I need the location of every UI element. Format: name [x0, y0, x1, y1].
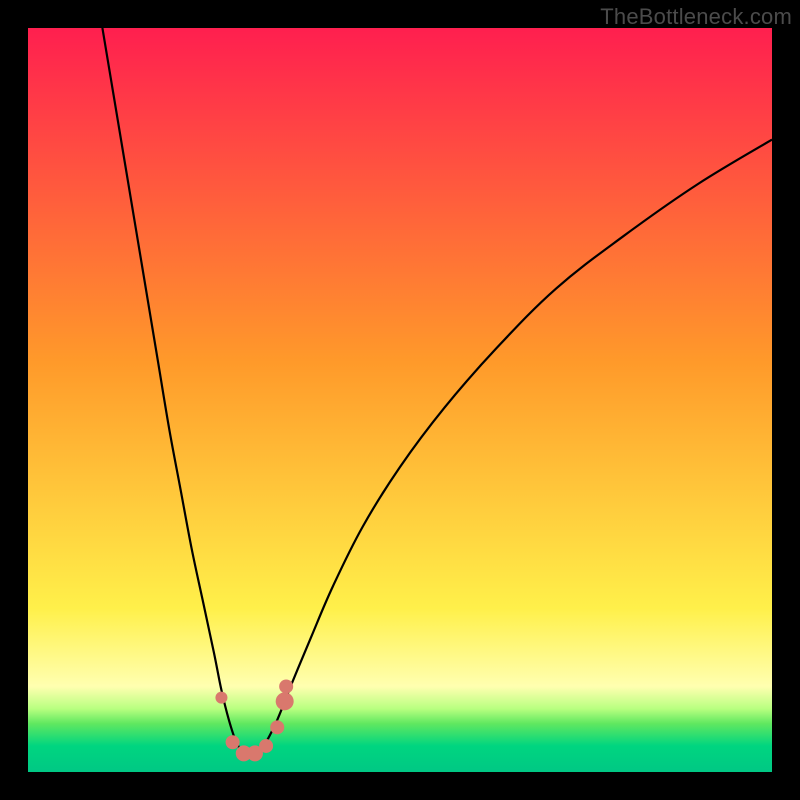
- watermark-text: TheBottleneck.com: [600, 4, 792, 30]
- curve-marker: [226, 735, 240, 749]
- curve-marker: [279, 679, 293, 693]
- chart-frame: [28, 28, 772, 772]
- curve-marker: [259, 739, 273, 753]
- curve-marker: [276, 692, 294, 710]
- chart-background: [28, 28, 772, 772]
- bottleneck-chart: [28, 28, 772, 772]
- curve-marker: [270, 720, 284, 734]
- curve-marker: [215, 692, 227, 704]
